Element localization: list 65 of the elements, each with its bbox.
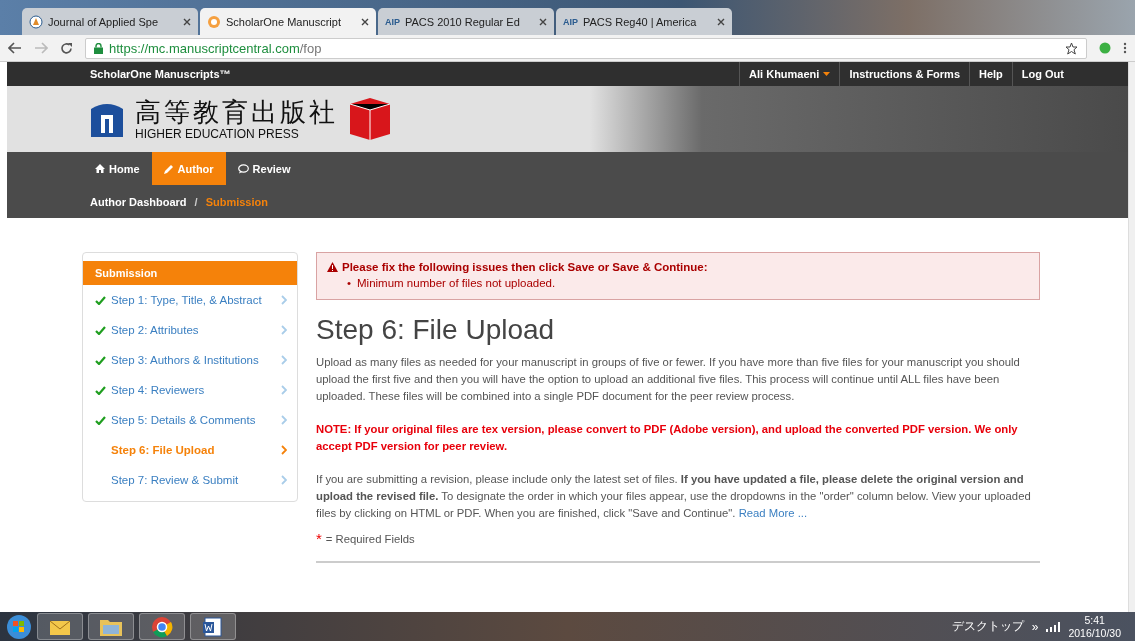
start-icon[interactable] [6,613,32,640]
alert-item: Minimum number of files not uploaded. [357,276,556,291]
sun-icon [207,14,221,29]
bullet: • [347,276,352,291]
browser-tab[interactable]: ScholarOne Manuscript [200,8,376,35]
toolbar-chevron[interactable]: » [1031,619,1039,634]
chrome-icon[interactable] [151,615,173,638]
alert-title: Please fix the following issues then click Save or Save & Continue: [342,261,708,273]
scrollbar[interactable] [1128,62,1135,612]
panel-title: Submission [83,261,297,285]
read-more-link[interactable]: Read More ... [738,507,808,519]
step-link[interactable]: Step 2: Attributes [83,315,297,345]
step-link[interactable]: Step 1: Type, Title, & Abstract [83,285,297,315]
star-icon[interactable] [1065,41,1078,55]
chevron-icon [281,355,287,365]
close-icon[interactable] [183,17,191,26]
chevron-icon [281,325,287,335]
tab-favicon: AIP [385,16,400,27]
close-icon[interactable] [361,17,369,26]
close-icon[interactable] [539,17,547,26]
required-legend: = Required Fields [325,533,415,545]
step-link[interactable]: Step 4: Reviewers [83,375,297,405]
chevron-icon [281,385,287,395]
step-link[interactable]: Step 7: Review & Submit [83,465,297,495]
home-icon [95,164,105,173]
note-paragraph: NOTE: If your original files are tex version, please convert to PDF (Adobe version), and upload the converted PDF version. We only accept PDF version for peer review. [316,422,1019,454]
logo-english-text: HIGHER EDUCATION PRESS [135,127,299,141]
breadcrumb-link[interactable]: Author Dashboard [90,195,187,208]
step-link[interactable]: Step 3: Authors & Institutions [83,345,297,375]
intro-paragraph: Upload as many files as needed for your manuscript in groups of five or fewer. If you have more than five files for your manuscript you should upload the first five and then you will have the option to upload an additional five files. This process will continue until ALL files have been uploaded. These files will be combined into a single PDF document for the peer review process. [316,355,1021,404]
pencil-icon [163,163,174,174]
warning-icon [327,262,338,272]
step-link[interactable]: Step 5: Details & Comments [83,405,297,435]
page-heading: Step 6: File Upload [316,314,556,346]
close-icon[interactable] [717,17,725,26]
nav-tab[interactable]: Review [225,152,303,185]
chevron-icon [281,445,287,455]
reload-icon[interactable] [60,41,73,55]
taskbar-button[interactable] [88,613,134,640]
taskbar-button[interactable] [139,613,185,640]
revision-paragraph: If you are submitting a revision, please include only the latest set of files. If you have updated a file, please delete the original version and upload the revised file. To designate the order in which your files appear, use the dropdowns in the "order" column below. View your uploaded files by clicking on HTML or PDF. When you are finished, click "Save and Continue". Read More ... [316,472,1032,521]
nav-tab[interactable]: Home [83,152,152,185]
toolbar-label[interactable]: デスクトップ [951,618,1024,635]
taskbar-button[interactable] [190,613,236,640]
speech-bubble-icon [237,163,249,174]
required-mark: * [316,530,322,547]
browser-tab[interactable]: AIP PACS Reg40 | America [556,8,732,35]
browser-tab[interactable]: AIP PACS 2010 Regular Ed [378,8,554,35]
site-brand: ScholarOne Manuscripts™ [90,68,231,80]
address-bar[interactable]: https://mc.manuscriptcentral.com/fop [85,37,1087,59]
chevron-icon [281,295,287,305]
caret-icon [823,72,831,76]
chevron-icon [281,415,287,425]
clock[interactable]: 5:41 2016/10/30 [1068,613,1121,640]
breadcrumb-separator: / [194,195,198,208]
taskbar-button[interactable] [37,613,83,640]
back-icon[interactable] [8,42,22,54]
chevron-icon [281,475,287,485]
lock-icon [94,42,103,54]
menu-icon[interactable] [1123,42,1127,54]
logo-chinese-text: 高等教育出版社 [135,97,338,127]
tab-favicon: AIP [563,16,578,27]
browser-tab[interactable]: Journal of Applied Spe [22,8,198,35]
breadcrumb-current: Submission [205,195,268,208]
signal-icon[interactable] [1046,621,1061,632]
